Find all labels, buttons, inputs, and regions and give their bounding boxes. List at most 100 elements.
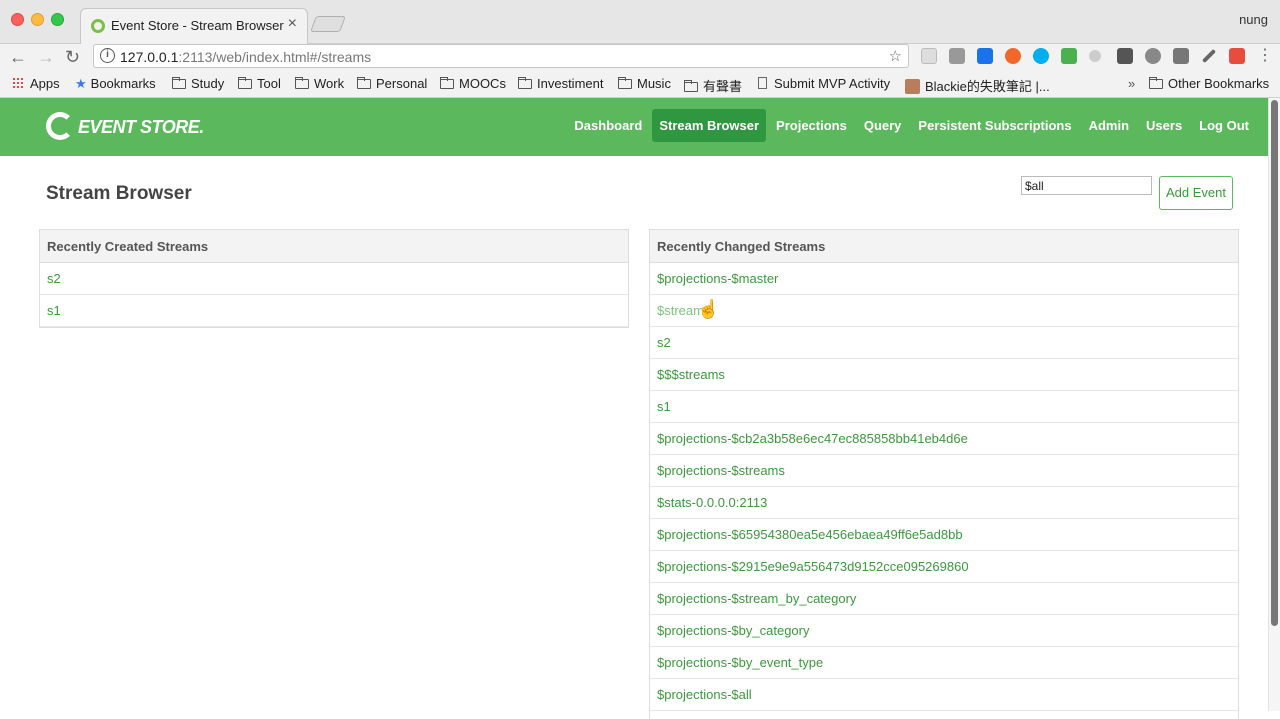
extension-orange-icon[interactable] bbox=[1005, 48, 1021, 64]
extension-chat-icon[interactable] bbox=[1173, 48, 1189, 64]
recently-changed-list: $projections-$master $streams s2 $$$streams… bbox=[650, 263, 1238, 711]
recently-created-list: s2 s1 bbox=[40, 263, 628, 327]
stream-link[interactable]: $projections-$by_category bbox=[650, 615, 1238, 647]
tab-close-icon[interactable]: × bbox=[288, 15, 297, 33]
forward-arrow-icon[interactable]: → bbox=[37, 47, 55, 67]
stream-link[interactable]: s1 bbox=[650, 391, 1238, 423]
stream-link[interactable]: $$$streams bbox=[650, 359, 1238, 391]
scroll-thumb[interactable] bbox=[1271, 100, 1278, 626]
url-host: 127.0.0.1 bbox=[120, 49, 179, 65]
folder-icon bbox=[440, 77, 454, 89]
nav-persistent-subscriptions[interactable]: Persistent Subscriptions bbox=[911, 109, 1078, 142]
folder-icon bbox=[1149, 77, 1163, 89]
extension-timer-icon[interactable] bbox=[1145, 48, 1161, 64]
folder-icon bbox=[518, 77, 532, 89]
bookmark-label: Bookmarks bbox=[90, 76, 156, 91]
folder-icon bbox=[684, 80, 698, 92]
page-scrollbar[interactable] bbox=[1268, 98, 1280, 711]
menu-kebab-icon[interactable]: ⋮ bbox=[1257, 48, 1273, 64]
extension-pocket-icon[interactable] bbox=[977, 48, 993, 64]
stream-link[interactable]: $projections-$65954380ea5e456ebaea49ff6e… bbox=[650, 519, 1238, 551]
stream-link[interactable]: $streams bbox=[650, 295, 1238, 327]
bookmark-tool[interactable]: Tool bbox=[238, 76, 281, 91]
stream-link[interactable]: $projections-$master bbox=[650, 263, 1238, 295]
profile-name[interactable]: nung bbox=[1239, 12, 1268, 27]
bookmark-label: Investiment bbox=[537, 76, 604, 91]
folder-icon bbox=[238, 77, 252, 89]
stream-link[interactable]: s2 bbox=[40, 263, 628, 295]
new-tab-button[interactable] bbox=[310, 16, 346, 32]
main-nav: Dashboard Stream Browser Projections Query P… bbox=[564, 109, 1256, 142]
bookmarks-overflow-icon[interactable]: » bbox=[1128, 76, 1135, 91]
panel-heading: Recently Created Streams bbox=[40, 230, 628, 263]
address-bar[interactable]: i 127.0.0.1:2113/web/index.html#/streams… bbox=[93, 44, 909, 68]
extension-green-icon[interactable] bbox=[1061, 48, 1077, 64]
bookmark-star-icon[interactable]: ☆ bbox=[889, 47, 902, 65]
bookmark-apps[interactable]: Apps bbox=[12, 76, 60, 91]
bookmark-personal[interactable]: Personal bbox=[357, 76, 427, 91]
recently-created-panel: Recently Created Streams s2 s1 bbox=[39, 229, 629, 328]
url-text[interactable]: 127.0.0.1:2113/web/index.html#/streams bbox=[120, 49, 371, 65]
logo-text: EVENT STORE. bbox=[78, 117, 204, 137]
stream-link[interactable]: $projections-$by_event_type bbox=[650, 647, 1238, 679]
maximize-window-button[interactable] bbox=[51, 13, 64, 26]
bookmarks-bar: Apps ★ Bookmarks Study Tool Work Personal… bbox=[0, 72, 1280, 98]
nav-admin[interactable]: Admin bbox=[1082, 109, 1136, 142]
extension-copy-icon[interactable] bbox=[921, 48, 937, 64]
stream-link[interactable]: $projections-$all bbox=[650, 679, 1238, 711]
info-icon[interactable]: i bbox=[100, 48, 115, 63]
page-title: Stream Browser bbox=[46, 183, 192, 204]
bookmark-bookmarks[interactable]: ★ Bookmarks bbox=[75, 76, 156, 92]
nav-dashboard[interactable]: Dashboard bbox=[567, 109, 649, 142]
bookmark-label: Other Bookmarks bbox=[1168, 76, 1270, 91]
stream-link[interactable]: s1 bbox=[40, 295, 628, 327]
folder-icon bbox=[295, 77, 309, 89]
star-icon: ★ bbox=[75, 76, 87, 91]
minimize-window-button[interactable] bbox=[31, 13, 44, 26]
extension-download-icon[interactable] bbox=[1117, 48, 1133, 64]
nav-log-out[interactable]: Log Out bbox=[1192, 109, 1256, 142]
bookmark-study[interactable]: Study bbox=[172, 76, 224, 91]
bookmark-music[interactable]: Music bbox=[618, 76, 671, 91]
bookmark-audiobooks[interactable]: 有聲書 bbox=[684, 76, 742, 95]
back-arrow-icon[interactable]: ← bbox=[9, 47, 27, 67]
eventstore-favicon-icon bbox=[91, 19, 105, 33]
browser-titlebar: Event Store - Stream Browser × nung bbox=[0, 0, 1280, 44]
hand-cursor-icon: ☝ bbox=[697, 299, 720, 319]
close-window-button[interactable] bbox=[11, 13, 24, 26]
reload-icon[interactable]: ↻ bbox=[65, 47, 80, 67]
add-event-button[interactable]: Add Event bbox=[1159, 176, 1233, 210]
stream-link[interactable]: $stats-0.0.0.0:2113 bbox=[650, 487, 1238, 519]
folder-icon bbox=[357, 77, 371, 89]
bookmark-moocs[interactable]: MOOCs bbox=[440, 76, 506, 91]
extension-skype-icon[interactable] bbox=[1033, 48, 1049, 64]
bookmark-blackie[interactable]: Blackie的失敗筆記 |... bbox=[905, 76, 1050, 95]
bookmark-work[interactable]: Work bbox=[295, 76, 344, 91]
bookmark-other[interactable]: Other Bookmarks bbox=[1149, 76, 1269, 91]
bookmark-label: Tool bbox=[257, 76, 281, 91]
app-header: EVENT STORE. Dashboard Stream Browser Proj… bbox=[0, 98, 1268, 156]
stream-link[interactable]: $projections-$streams bbox=[650, 455, 1238, 487]
extension-dot-icon[interactable] bbox=[1089, 50, 1101, 62]
nav-users[interactable]: Users bbox=[1139, 109, 1189, 142]
stream-link[interactable]: $projections-$2915e9e9a556473d9152cce095… bbox=[650, 551, 1238, 583]
panel-heading: Recently Changed Streams bbox=[650, 230, 1238, 263]
stream-link[interactable]: s2 bbox=[650, 327, 1238, 359]
nav-projections[interactable]: Projections bbox=[769, 109, 854, 142]
bookmark-label: Personal bbox=[376, 76, 428, 91]
stream-link[interactable]: $projections-$stream_by_category bbox=[650, 583, 1238, 615]
bookmark-submit-mvp[interactable]: Submit MVP Activity bbox=[758, 76, 890, 91]
bookmark-label: Submit MVP Activity bbox=[774, 76, 891, 91]
stream-link[interactable]: $projections-$cb2a3b58e6ec47ec885858bb41… bbox=[650, 423, 1238, 455]
bookmark-label: Study bbox=[191, 76, 225, 91]
bookmark-label: 有聲書 bbox=[703, 79, 743, 94]
extension-s-icon[interactable] bbox=[1229, 48, 1245, 64]
nav-stream-browser[interactable]: Stream Browser bbox=[652, 109, 767, 142]
bookmark-label: Music bbox=[637, 76, 671, 91]
nav-query[interactable]: Query bbox=[857, 109, 909, 142]
bookmark-label: Work bbox=[314, 76, 345, 91]
bookmark-investiment[interactable]: Investiment bbox=[518, 76, 603, 91]
stream-search-input[interactable] bbox=[1021, 176, 1152, 195]
extension-trello-icon[interactable] bbox=[949, 48, 965, 64]
browser-tab[interactable]: Event Store - Stream Browser × bbox=[80, 8, 308, 44]
